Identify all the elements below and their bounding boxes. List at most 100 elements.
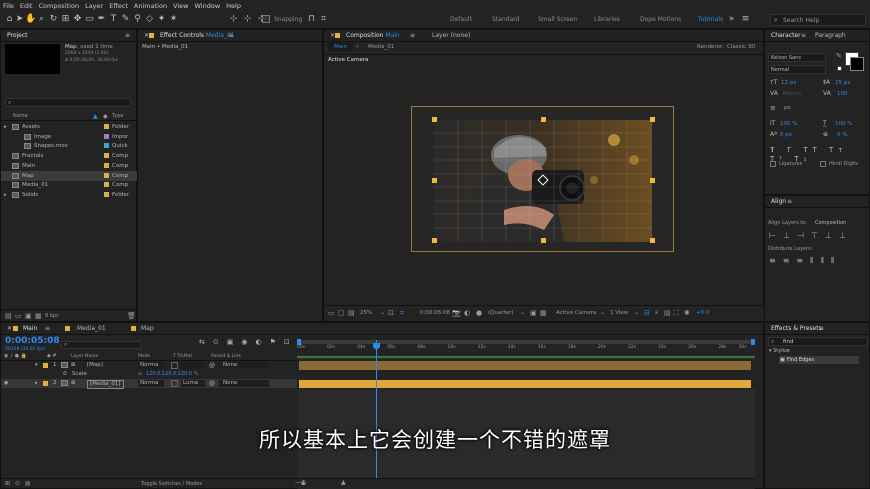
col-type[interactable]: Type: [112, 113, 123, 119]
composition-tab[interactable]: Composition Main: [342, 30, 404, 42]
project-item[interactable]: ▸ Solids Folder: [1, 190, 138, 200]
time-ruler[interactable]: 00s 02s 04s 06s 08s 10s 12s 14s 16s 18s 20s 22s 24s 2…: [297, 345, 755, 355]
layer-handle[interactable]: [541, 117, 546, 122]
scale-value[interactable]: 120.0,120.0,120.0 %: [146, 370, 198, 379]
preview-icon[interactable]: ▢: [338, 309, 345, 317]
timeline-layer-row[interactable]: ▾ 1 ⊠ [Map] Norma @ None: [1, 361, 297, 370]
label-color-swatch[interactable]: [104, 133, 109, 139]
mask-view-icon[interactable]: ▤: [348, 309, 355, 317]
workspace-default[interactable]: Default: [450, 16, 472, 23]
parent-select[interactable]: None: [219, 380, 269, 387]
exposure-value[interactable]: +0.0: [696, 310, 709, 316]
project-item[interactable]: ▸ Assets Folder: [1, 122, 138, 132]
layer-bar-map[interactable]: [299, 361, 751, 370]
menu-layer[interactable]: Layer: [82, 0, 106, 12]
roto-brush-tool-icon[interactable]: ✦: [156, 14, 167, 25]
zoom-in-icon[interactable]: ▲: [341, 479, 346, 486]
label-color-swatch[interactable]: [43, 363, 48, 368]
workspace-tutorials[interactable]: Tutorials: [698, 16, 723, 23]
menu-animation[interactable]: Animation: [131, 0, 170, 12]
panel-menu-icon[interactable]: ≡: [783, 196, 796, 208]
reset-exposure-icon[interactable]: ✺: [684, 309, 690, 317]
font-style-select[interactable]: Normal: [768, 65, 826, 74]
layer-handle[interactable]: [432, 178, 437, 183]
snapping-checkbox[interactable]: [262, 15, 270, 23]
project-item[interactable]: Main Comp: [1, 161, 138, 171]
workspace-small-screen[interactable]: Small Screen: [538, 16, 577, 23]
timeline-switch-icons[interactable]: ⇆⊙▣◉◐⚑⊡: [199, 338, 298, 346]
label-color-swatch[interactable]: [104, 182, 109, 188]
hand-tool-icon[interactable]: ✋: [25, 14, 36, 25]
transparency-grid-icon[interactable]: ▦: [540, 309, 547, 317]
panel-menu-icon[interactable]: ≡: [406, 30, 419, 42]
axis-world-icon[interactable]: ⊹: [242, 14, 253, 25]
playhead-line[interactable]: [376, 340, 377, 489]
snap-options-icon[interactable]: ⌗: [318, 14, 329, 25]
fast-preview-icon[interactable]: ⚡: [654, 309, 659, 317]
visibility-eye-icon[interactable]: ◉: [4, 379, 8, 388]
layer-switch-icon[interactable]: ⊠: [71, 361, 75, 370]
rotate-tool-icon[interactable]: ↻: [48, 14, 59, 25]
comp-flowchart-icon[interactable]: ⊞: [5, 480, 10, 487]
stroke-color-swatch[interactable]: [850, 57, 864, 71]
twirl-icon[interactable]: ▸: [35, 379, 38, 388]
scale-property-row[interactable]: ⏱ Scale ∞ 120.0,120.0,120.0 %: [1, 370, 297, 379]
workspace-libraries[interactable]: Libraries: [594, 16, 620, 23]
pick-whip-icon[interactable]: @: [209, 361, 215, 370]
snap-icon[interactable]: ⊓: [306, 14, 317, 25]
menu-edit[interactable]: Edit: [17, 0, 36, 12]
panel-menu-icon[interactable]: ≡: [797, 30, 810, 42]
col-name[interactable]: Name: [13, 113, 28, 119]
camera-tool-icon[interactable]: ⊞: [60, 14, 71, 25]
panel-menu-icon[interactable]: ≡: [41, 323, 54, 335]
roi-icon[interactable]: ▣: [530, 309, 537, 317]
project-item[interactable]: Image Impor: [1, 132, 138, 142]
trkmat-header[interactable]: T TrkMat: [173, 354, 192, 359]
interpret-footage-icon[interactable]: ▤: [5, 312, 12, 320]
workspace-more-icon[interactable]: ≡: [740, 14, 751, 25]
views-dropdown-icon[interactable]: ⌄: [634, 309, 639, 316]
preserve-transparency-checkbox[interactable]: [171, 380, 178, 387]
horizontal-scale-value[interactable]: 100 %: [835, 121, 852, 127]
workspace-menu-icon[interactable]: »: [726, 14, 737, 25]
disclosure-icon[interactable]: ▸: [4, 190, 7, 200]
preserve-transparency-checkbox[interactable]: [171, 362, 178, 369]
timeline-search-input[interactable]: ⌕: [61, 341, 141, 349]
snapshot-icon[interactable]: 📷: [452, 309, 461, 317]
mode-header[interactable]: Mode: [138, 354, 150, 359]
layer-switch-icon[interactable]: ⊠: [71, 379, 75, 388]
workspace-dope-motions[interactable]: Dope Motions: [640, 16, 681, 23]
tsume-value[interactable]: 0 %: [837, 132, 847, 138]
label-color-swatch[interactable]: [104, 191, 109, 197]
menu-help[interactable]: Help: [223, 0, 244, 12]
label-color-swatch[interactable]: [104, 143, 109, 149]
track-matte-select[interactable]: [181, 362, 205, 369]
label-color-swatch[interactable]: [104, 172, 109, 178]
kerning-value[interactable]: Metrics: [783, 91, 801, 97]
grid-icon[interactable]: ⊡: [388, 309, 394, 317]
font-size-value[interactable]: 12 px: [781, 80, 797, 86]
twirl-icon[interactable]: ▾: [35, 361, 38, 370]
workspace-standard[interactable]: Standard: [492, 16, 519, 23]
label-color-swatch[interactable]: [43, 381, 48, 386]
distribute-buttons[interactable]: ≡≡≡⫴⫴⫴: [769, 256, 841, 266]
constrain-proportions-icon[interactable]: ∞: [138, 370, 142, 379]
project-item[interactable]: Map Comp: [1, 170, 138, 181]
vertical-scale-value[interactable]: 100 %: [780, 121, 797, 127]
blend-mode-select[interactable]: Norma: [138, 362, 164, 369]
track-matte-select[interactable]: Luma: [181, 380, 205, 387]
menu-file[interactable]: File: [0, 0, 17, 12]
paragraph-tab[interactable]: Paragraph: [811, 30, 850, 42]
project-item[interactable]: Shapes.mov Quick: [1, 141, 138, 151]
disclosure-icon[interactable]: ▸: [4, 122, 7, 132]
font-family-select[interactable]: Kelson Sans: [768, 53, 826, 62]
zoom-dropdown-icon[interactable]: ⌄: [380, 309, 385, 316]
layer-handle[interactable]: [541, 238, 546, 243]
color-picker-icon[interactable]: ●: [476, 309, 482, 317]
views-select[interactable]: 1 View: [610, 310, 628, 316]
clone-stamp-tool-icon[interactable]: ⚲: [132, 14, 143, 25]
fill-swap-swatch[interactable]: [837, 66, 842, 71]
puppet-tool-icon[interactable]: ✶: [168, 14, 179, 25]
pan-behind-tool-icon[interactable]: ✥: [72, 14, 83, 25]
layer-name[interactable]: [Map]: [87, 361, 103, 370]
